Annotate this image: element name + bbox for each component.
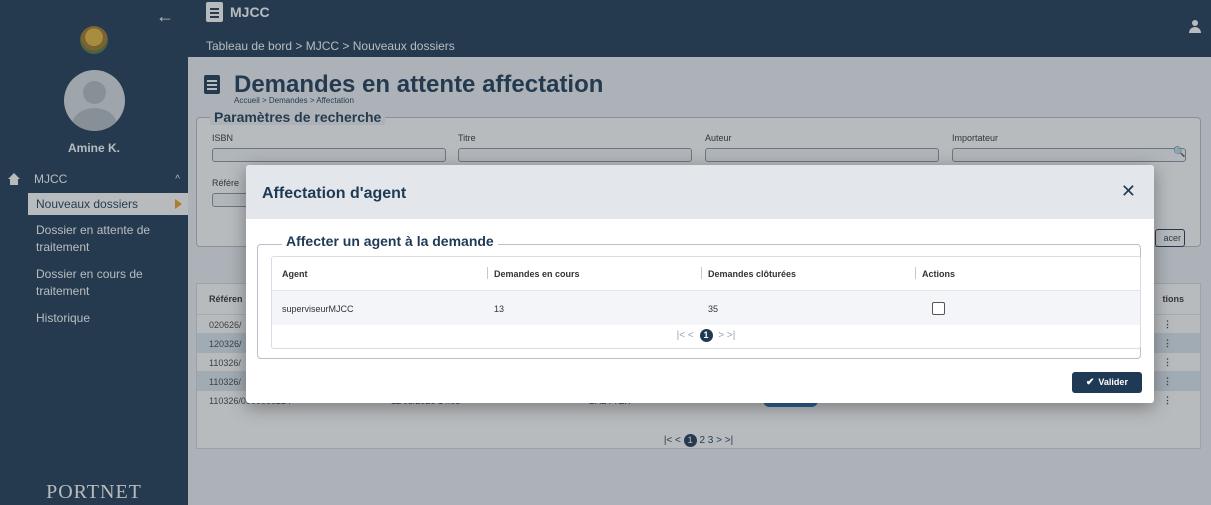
first-page-icon[interactable]: |< [677,330,685,341]
agent-name: superviseurMJCC [282,304,354,314]
modal-title: Affectation d'agent [262,185,407,202]
next-page-icon[interactable]: > [718,330,724,341]
table-row[interactable]: superviseurMJCC 13 35 [272,290,1140,325]
valider-label: Valider [1098,377,1128,387]
check-icon: ✔ [1086,377,1095,388]
fieldset-legend: Affecter un agent à la demande [282,233,498,249]
agents-table: Agent Demandes en cours Demandes clôturé… [271,256,1141,349]
last-page-icon[interactable]: >| [727,330,735,341]
page-button-current[interactable]: 1 [699,329,713,342]
agents-pagination: |< < 1 > >| [272,329,1140,342]
demandes-en-cours-value: 13 [494,304,505,314]
col-demandes-en-cours: Demandes en cours [494,269,580,279]
prev-page-icon[interactable]: < [688,330,694,341]
assign-agent-modal: Affectation d'agent ✕ Affecter un agent … [246,165,1154,403]
agents-table-header: Agent Demandes en cours Demandes clôturé… [272,257,1140,290]
col-agent: Agent [282,269,308,279]
valider-button[interactable]: ✔ Valider [1072,372,1142,393]
select-agent-checkbox[interactable] [932,302,945,315]
close-icon[interactable]: ✕ [1121,181,1136,202]
col-demandes-cloturees: Demandes clôturées [708,269,797,279]
modal-header: Affectation d'agent ✕ [246,165,1154,219]
demandes-cloturees-value: 35 [708,304,719,314]
col-actions: Actions [922,269,956,279]
